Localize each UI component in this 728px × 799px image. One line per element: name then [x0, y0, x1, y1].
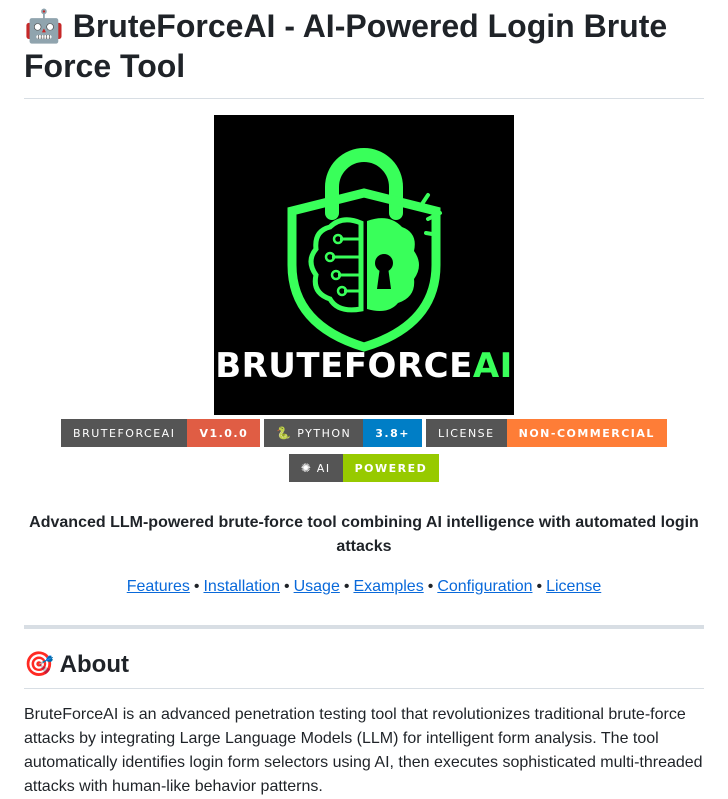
- nav-separator: •: [427, 578, 434, 595]
- logo-text-accent: AI: [473, 346, 513, 386]
- badge-value: 3.8+: [363, 419, 422, 447]
- nav-separator: •: [193, 578, 200, 595]
- about-heading: 🎯 About: [24, 649, 704, 689]
- about-heading-text: About: [59, 651, 129, 678]
- nav-link-usage[interactable]: Usage: [294, 578, 340, 595]
- python-badge[interactable]: 🐍 PYTHON 3.8+: [264, 419, 422, 447]
- license-badge[interactable]: LICENSE NON-COMMERCIAL: [425, 419, 667, 447]
- page-title: 🤖 BruteForceAI - AI-Powered Login Brute …: [24, 0, 704, 99]
- python-icon: 🐍: [276, 426, 292, 440]
- bruteforceai-logo: BRUTEFORCEAI: [214, 115, 514, 415]
- badge-value: NON-COMMERCIAL: [506, 419, 667, 447]
- nav-link-installation[interactable]: Installation: [203, 578, 280, 595]
- nav-link-configuration[interactable]: Configuration: [437, 578, 532, 595]
- badge-row: BRUTEFORCEAI V1.0.0 🐍 PYTHON 3.8+ LICENS…: [24, 419, 704, 489]
- badge-label: PYTHON: [297, 426, 352, 440]
- nav-link-features[interactable]: Features: [127, 578, 190, 595]
- logo-container: BRUTEFORCEAI: [24, 115, 704, 415]
- tagline: Advanced LLM-powered brute-force tool co…: [29, 514, 699, 555]
- nav-link-license[interactable]: License: [546, 578, 601, 595]
- ai-powered-badge[interactable]: ✺ AI POWERED: [288, 454, 440, 482]
- readme-page: 🤖 BruteForceAI - AI-Powered Login Brute …: [0, 0, 728, 799]
- nav-link-examples[interactable]: Examples: [353, 578, 423, 595]
- badge-label: LICENSE: [425, 419, 507, 447]
- section-nav: Features • Installation • Usage • Examples • Con…: [24, 575, 704, 599]
- nav-separator: •: [536, 578, 543, 595]
- openai-icon: ✺: [300, 461, 311, 475]
- target-icon: 🎯: [24, 650, 54, 678]
- robot-icon: 🤖: [24, 7, 64, 45]
- badge-label: BRUTEFORCEAI: [61, 419, 188, 447]
- page-title-text: BruteForceAI - AI-Powered Login Brute Fo…: [24, 8, 668, 84]
- about-text: BruteForceAI is an advanced penetration …: [24, 706, 703, 795]
- section-divider: [24, 625, 704, 629]
- badge-value: POWERED: [342, 454, 440, 482]
- svg-text:BRUTEFORCEAI: BRUTEFORCEAI: [215, 346, 513, 386]
- logo-text-main: BRUTEFORCE: [215, 346, 473, 386]
- badge-label: AI: [316, 461, 331, 475]
- nav-separator: •: [343, 578, 350, 595]
- badge-value: V1.0.0: [187, 419, 261, 447]
- nav-separator: •: [283, 578, 290, 595]
- version-badge[interactable]: BRUTEFORCEAI V1.0.0: [61, 419, 261, 447]
